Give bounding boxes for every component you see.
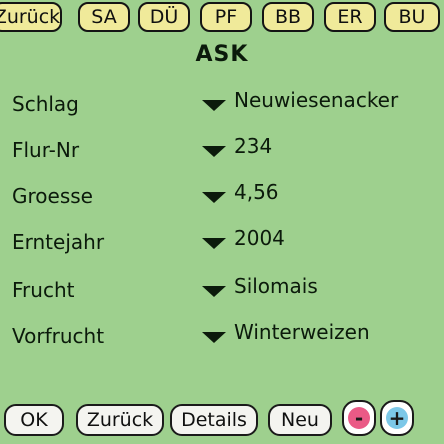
triangle-down-icon[interactable] (202, 332, 226, 343)
field-value-dropdown[interactable]: 2004 (234, 226, 285, 250)
triangle-down-icon[interactable] (202, 100, 226, 111)
tab-bu[interactable]: BU (384, 2, 440, 32)
plus-button[interactable]: + (380, 400, 414, 436)
triangle-down-icon[interactable] (202, 286, 226, 297)
triangle-down-icon[interactable] (202, 146, 226, 157)
field-value-dropdown[interactable]: Silomais (234, 274, 318, 298)
plus-icon: + (386, 407, 408, 429)
field-row-schlag: Schlag Neuwiesenacker (0, 86, 444, 126)
tab-er[interactable]: ER (324, 2, 376, 32)
ok-button[interactable]: OK (4, 404, 64, 436)
tab-bb[interactable]: BB (262, 2, 314, 32)
field-row-erntejahr: Erntejahr 2004 (0, 224, 444, 264)
field-value-dropdown[interactable]: 4,56 (234, 180, 279, 204)
zurueck-button[interactable]: Zurück (76, 404, 164, 436)
tab-zurueck[interactable]: Zurück (0, 2, 62, 32)
field-label: Groesse (12, 184, 93, 208)
field-label: Erntejahr (12, 230, 105, 254)
field-label: Vorfrucht (12, 324, 105, 348)
field-label: Flur-Nr (12, 138, 80, 162)
tab-due[interactable]: DÜ (138, 2, 190, 32)
field-row-vorfrucht: Vorfrucht Winterweizen (0, 318, 444, 358)
triangle-down-icon[interactable] (202, 238, 226, 249)
field-label: Frucht (12, 278, 75, 302)
neu-button[interactable]: Neu (268, 404, 332, 436)
field-label: Schlag (12, 92, 79, 116)
tab-sa[interactable]: SA (78, 2, 130, 32)
page-title: ASK (195, 42, 249, 67)
triangle-down-icon[interactable] (202, 192, 226, 203)
minus-icon: - (348, 407, 370, 429)
field-row-flur-nr: Flur-Nr 234 (0, 132, 444, 172)
field-row-groesse: Groesse 4,56 (0, 178, 444, 218)
field-value-dropdown[interactable]: Winterweizen (234, 320, 370, 344)
field-row-frucht: Frucht Silomais (0, 272, 444, 312)
minus-button[interactable]: - (342, 400, 376, 436)
field-value-dropdown[interactable]: 234 (234, 134, 272, 158)
tab-bar: Zurück SA DÜ PF BB ER BU (0, 2, 444, 36)
tab-pf[interactable]: PF (200, 2, 252, 32)
field-value-dropdown[interactable]: Neuwiesenacker (234, 88, 398, 112)
details-button[interactable]: Details (170, 404, 258, 436)
